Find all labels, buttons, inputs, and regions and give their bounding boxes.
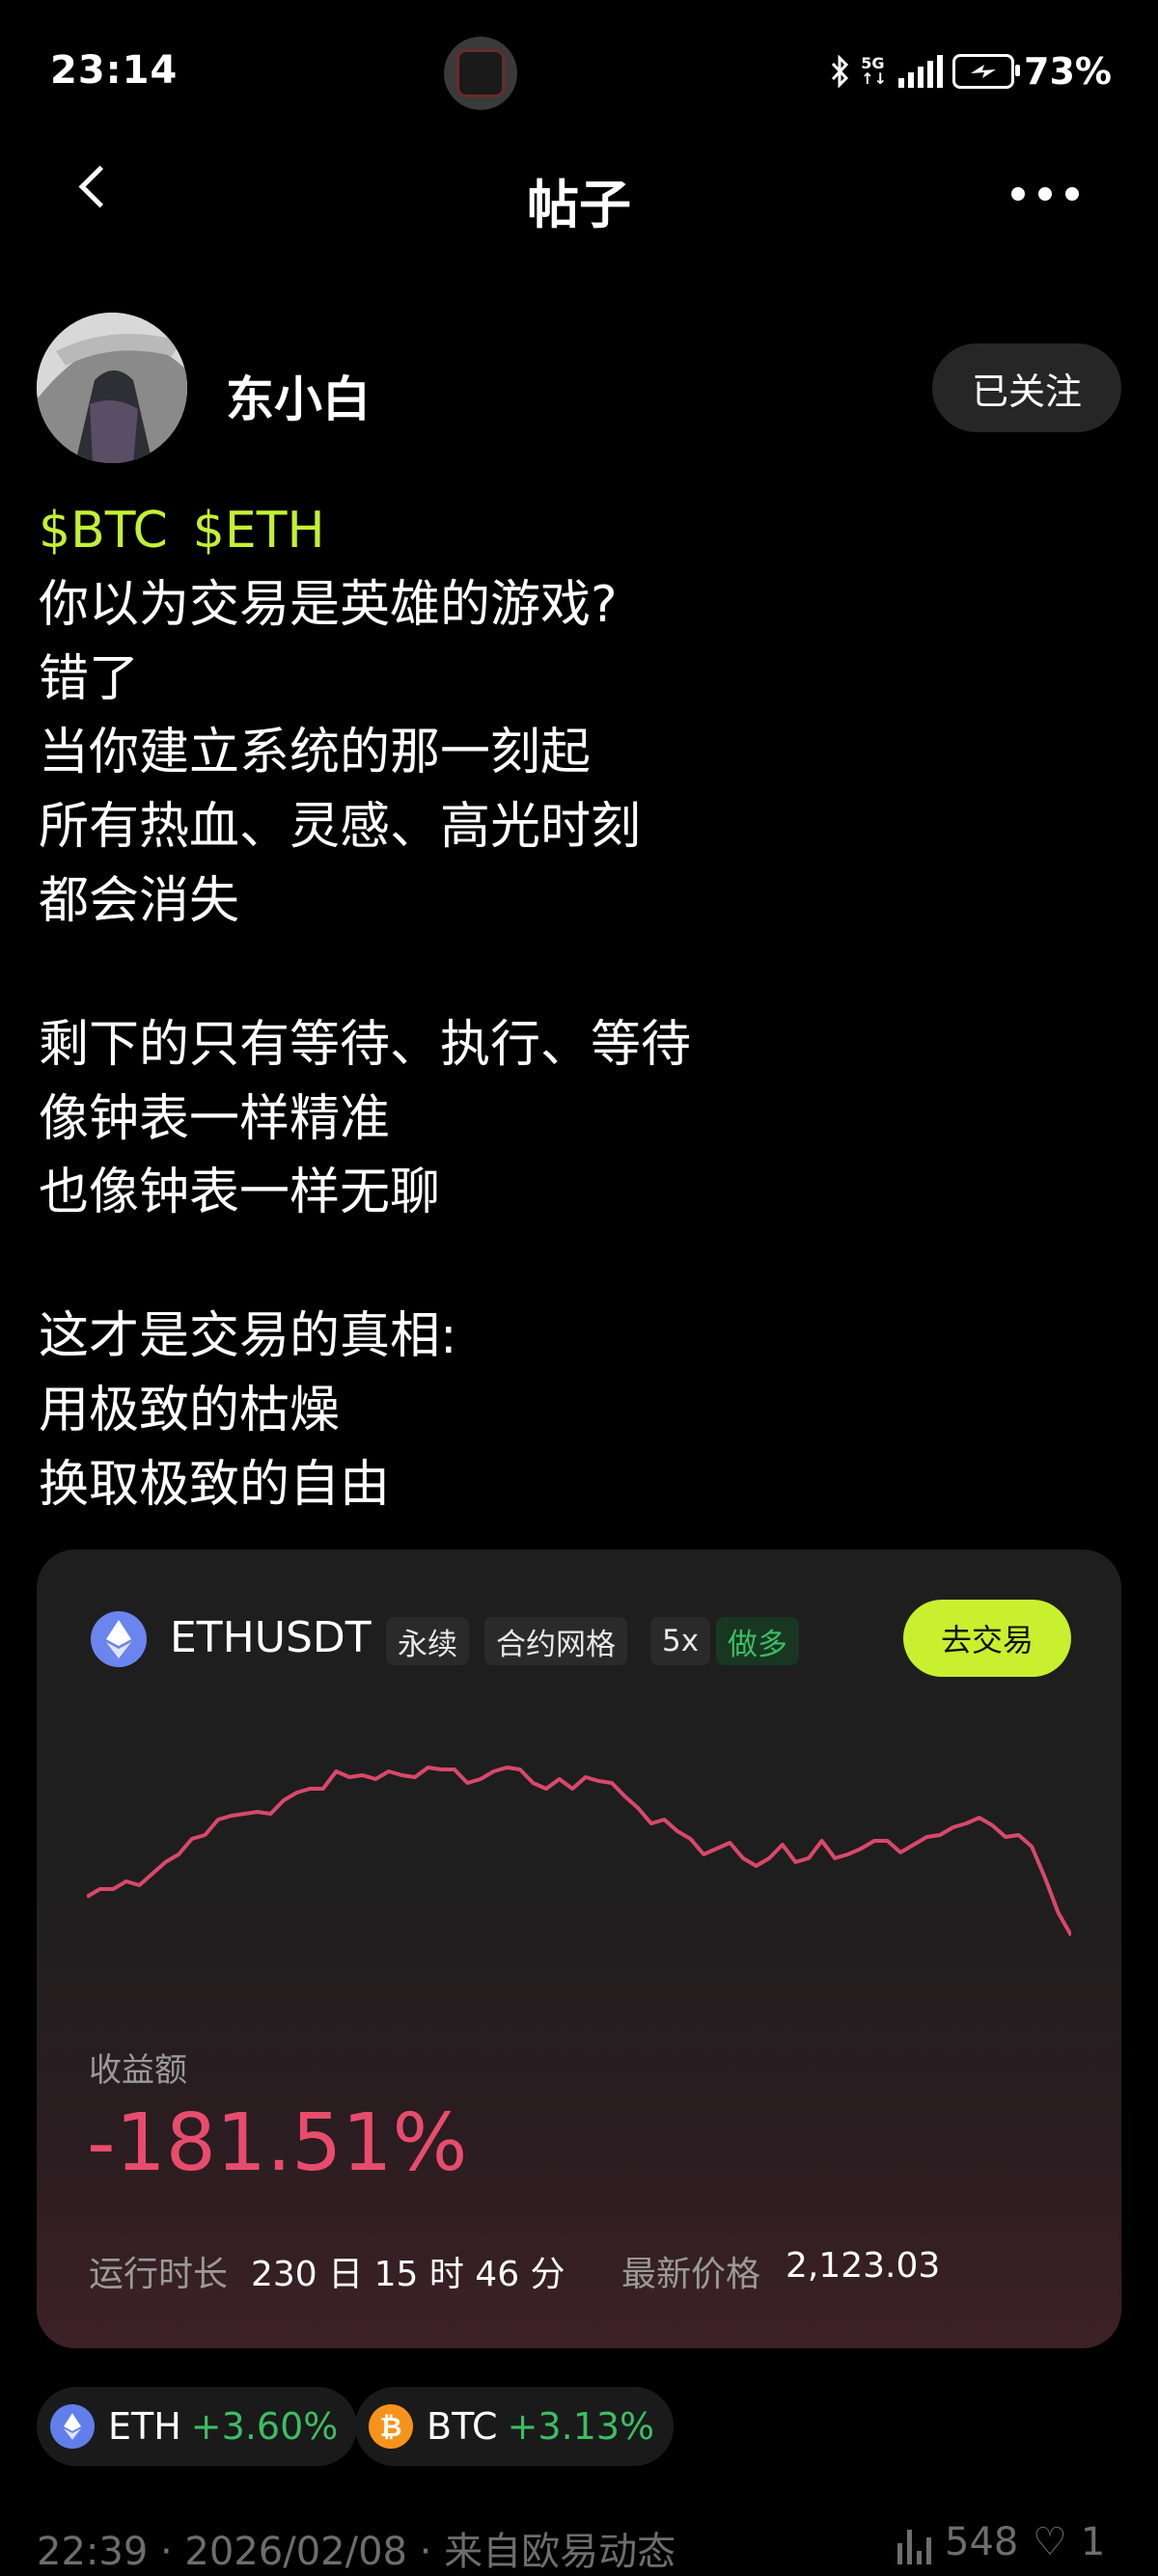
runtime-label: 运行时长 xyxy=(89,2255,229,2294)
post-line: 也像钟表一样无聊 xyxy=(39,1164,441,1222)
app-indicator-icon xyxy=(444,37,517,110)
post-line: 用极致的枯燥 xyxy=(39,1381,341,1439)
post-line: 这才是交易的真相: xyxy=(39,1307,457,1366)
views-icon xyxy=(897,2526,931,2564)
post-line: 错了 xyxy=(39,649,140,708)
heart-icon: ♡ xyxy=(1033,2520,1067,2564)
strategy-card[interactable]: ETHUSDT 永续 合约网格 5x 做多 去交易 收益额 -181.51% 运… xyxy=(37,1549,1121,2348)
post-meta: 22:39 · 2026/02/08 · 来自欧易动态 xyxy=(37,2530,676,2574)
post-line: 都会消失 xyxy=(39,871,240,930)
bluetooth-icon xyxy=(832,55,849,88)
ethereum-icon xyxy=(50,2404,95,2449)
post-line: 剩下的只有等待、执行、等待 xyxy=(39,1015,692,1074)
more-icon[interactable] xyxy=(1011,187,1079,201)
battery-percent: 73% xyxy=(1024,50,1112,93)
bitcoin-icon: ₿ xyxy=(369,2404,413,2449)
runtime-value: 230 日 15 时 46 分 xyxy=(251,2255,565,2294)
network-type: 5G ↑↓ xyxy=(861,54,888,88)
tag-eth[interactable]: $ETH xyxy=(193,502,325,560)
trade-button[interactable]: 去交易 xyxy=(903,1600,1071,1677)
tag-perpetual: 永续 xyxy=(386,1617,469,1665)
coin-chip-eth[interactable]: ETH +3.60% xyxy=(37,2387,358,2466)
coin-symbol: ETH xyxy=(108,2405,181,2448)
page-title: 帖子 xyxy=(527,175,631,235)
tag-grid: 合约网格 xyxy=(484,1617,627,1665)
price-value: 2,123.03 xyxy=(786,2246,941,2286)
post-line: 换取极致的自由 xyxy=(39,1455,391,1514)
post-line: 所有热血、灵感、高光时刻 xyxy=(39,798,642,857)
post-tags: $BTC $ETH xyxy=(39,494,1119,568)
status-time: 23:14 xyxy=(50,48,179,93)
signal-icon xyxy=(898,55,944,88)
coin-change: +3.13% xyxy=(507,2405,655,2448)
pl-series-line xyxy=(87,1766,1071,1936)
post-line: 你以为交易是英雄的游戏? xyxy=(39,575,618,634)
coin-symbol: BTC xyxy=(427,2405,498,2448)
battery-icon xyxy=(952,54,1021,89)
ethereum-icon xyxy=(91,1611,147,1667)
tag-leverage: 5x xyxy=(650,1617,711,1665)
tag-btc[interactable]: $BTC xyxy=(39,502,168,560)
like-button[interactable]: ♡ 1 xyxy=(1033,2520,1105,2564)
status-indicators: 5G ↑↓ 73% xyxy=(830,50,1112,93)
pl-line-chart xyxy=(87,1766,1071,1936)
post-content: $BTC $ETH 你以为交易是英雄的游戏? 错了 当你建立系统的那一刻起 所有热… xyxy=(39,494,1119,1522)
views-count: 548 xyxy=(897,2520,1018,2564)
trading-pair: ETHUSDT xyxy=(170,1613,372,1662)
tag-long: 做多 xyxy=(716,1617,799,1665)
coin-chip-btc[interactable]: ₿ BTC +3.13% xyxy=(355,2387,675,2466)
post-line: 当你建立系统的那一刻起 xyxy=(39,724,592,782)
price-label: 最新价格 xyxy=(621,2255,761,2294)
follow-button[interactable]: 已关注 xyxy=(932,343,1121,432)
pl-value: -181.51% xyxy=(87,2097,468,2189)
author-name[interactable]: 东小白 xyxy=(226,361,371,430)
pl-label: 收益额 xyxy=(89,2051,187,2090)
avatar[interactable] xyxy=(37,313,187,463)
coin-change: +3.60% xyxy=(190,2405,339,2448)
post-line: 像钟表一样精准 xyxy=(39,1089,391,1148)
